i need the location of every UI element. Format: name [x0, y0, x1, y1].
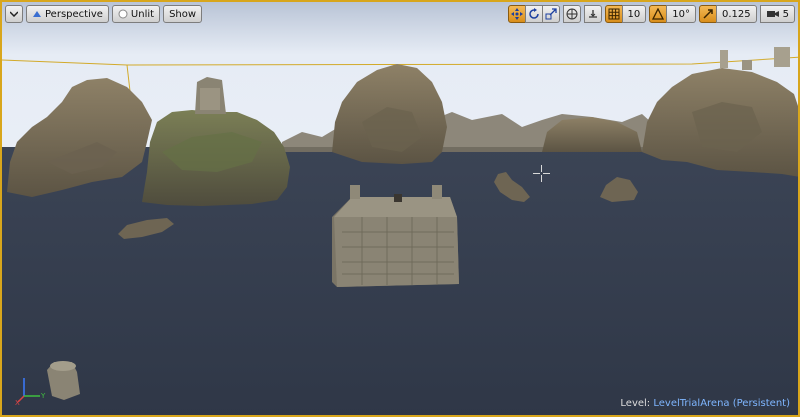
surface-snapping-button[interactable] [583, 5, 602, 23]
camera-speed-value: 5 [782, 8, 789, 20]
surface-snap-icon [588, 10, 597, 18]
rotation-snap-value[interactable]: 10° [666, 5, 696, 23]
grid-snap-toggle[interactable] [604, 5, 623, 23]
view-mode-button[interactable]: Unlit [111, 5, 161, 23]
toolbar-left-group: Perspective Unlit Show [5, 5, 203, 23]
scale-snap-icon [703, 9, 713, 19]
scale-icon [545, 8, 557, 20]
coordinate-system [562, 5, 581, 23]
level-prefix: Level: [620, 398, 651, 409]
move-arrows-icon [510, 8, 523, 20]
world-local-toggle[interactable] [562, 5, 581, 23]
angle-icon [652, 8, 665, 20]
rotation-snap-toggle[interactable] [649, 5, 668, 23]
crosshair-icon [533, 165, 550, 182]
chevron-down-icon [10, 11, 18, 17]
scale-snap-group: 0.125 [698, 5, 757, 23]
surface-snap [583, 5, 602, 23]
camera-speed-group: 5 [759, 5, 795, 23]
view-mode-label: Unlit [130, 8, 155, 20]
svg-text:X: X [15, 399, 20, 406]
axis-gizmo-icon: X Y [15, 378, 46, 406]
perspective-button[interactable]: Perspective [26, 5, 109, 23]
grid-snap-group: 10 [604, 5, 647, 23]
rotate-icon [528, 8, 539, 19]
scale-snap-value[interactable]: 0.125 [715, 5, 757, 23]
rotate-tool-button[interactable] [524, 5, 543, 23]
toolbar-right-group: 10 10° 0.125 5 [505, 5, 795, 23]
level-name: LevelTrialArena (Persistent) [653, 398, 790, 409]
viewport-menu-button[interactable] [5, 5, 23, 23]
scene-render [2, 2, 798, 415]
camera-speed-button[interactable]: 5 [759, 5, 795, 23]
grid-icon [608, 8, 620, 20]
perspective-icon [33, 11, 41, 17]
translate-tool-button[interactable] [507, 5, 526, 23]
camera-icon [766, 11, 779, 17]
globe-icon [566, 8, 578, 20]
rotation-snap-group: 10° [649, 5, 696, 23]
perspective-label: Perspective [45, 8, 103, 20]
grid-snap-value[interactable]: 10 [621, 5, 647, 23]
lit-mode-icon [118, 9, 128, 19]
scale-snap-toggle[interactable] [698, 5, 717, 23]
transform-tools [507, 5, 560, 23]
show-label: Show [169, 8, 197, 20]
level-status: Level: LevelTrialArena (Persistent) [620, 398, 790, 409]
viewport-toolbar: Perspective Unlit Show 10 10° 0.125 5 [5, 5, 795, 25]
level-viewport[interactable]: Perspective Unlit Show 10 10° 0.125 5 X … [0, 0, 800, 417]
scale-tool-button[interactable] [541, 5, 560, 23]
show-button[interactable]: Show [163, 5, 203, 23]
svg-text:Y: Y [40, 392, 46, 400]
